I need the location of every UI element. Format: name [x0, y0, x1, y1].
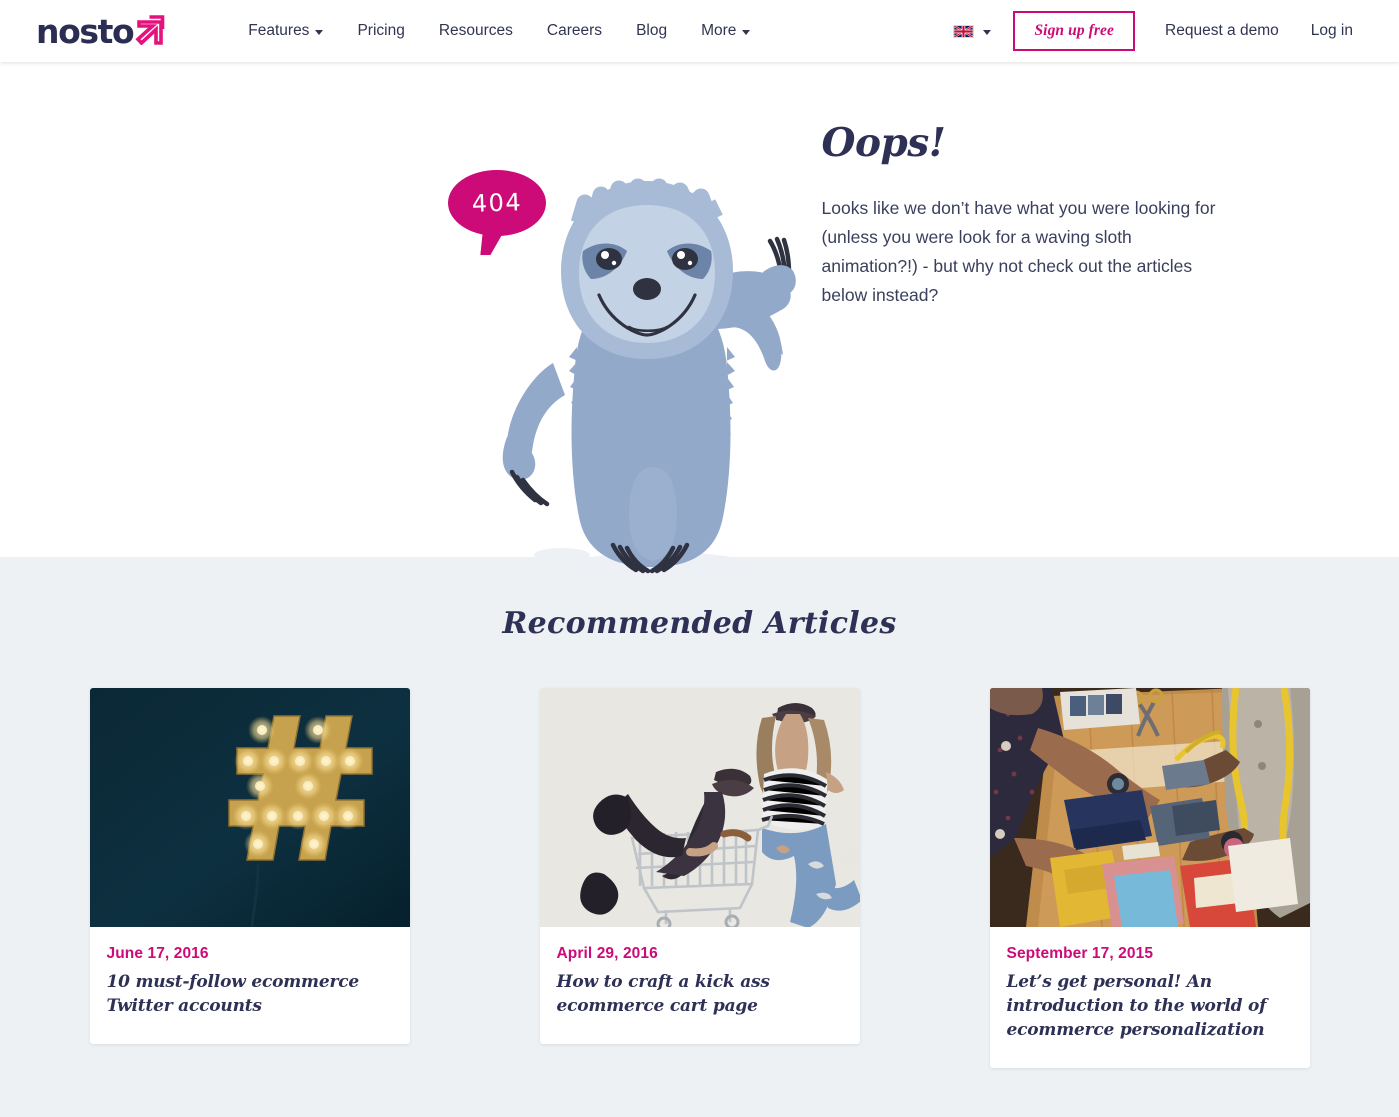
article-card[interactable]: September 17, 2015 Let’s get personal! A… — [989, 688, 1310, 1068]
nav-item-features: Features — [231, 14, 340, 48]
logo-wordmark: nosto — [36, 11, 135, 51]
article-date: June 17, 2016 — [106, 945, 209, 962]
nav-link-blog[interactable]: Blog — [619, 14, 684, 48]
nav-link-resources-label: Resources — [438, 22, 513, 39]
section-title: Recommended Articles — [502, 606, 897, 641]
error-code-text: 404 — [470, 188, 523, 218]
article-card-body: June 17, 2016 10 must-follow ecommerce T… — [90, 927, 410, 1044]
article-card-body: September 17, 2015 Let’s get personal! A… — [990, 927, 1310, 1068]
chevron-down-icon — [315, 29, 324, 35]
hero-copy: Oops! Looks like we don’t have what you … — [822, 62, 1222, 310]
nav-item-more: More — [684, 14, 767, 48]
nosto-arrow-logo-icon — [135, 13, 169, 50]
nosto-logo[interactable]: nosto — [36, 11, 169, 51]
nav-link-pricing[interactable]: Pricing — [340, 14, 421, 48]
nav-item-pricing: Pricing — [340, 14, 421, 48]
nav-link-blog-label: Blog — [636, 22, 668, 39]
chevron-down-icon — [983, 29, 992, 35]
article-date: April 29, 2016 — [556, 945, 658, 962]
nav-link-list: Features Pricing Resources Careers Blog … — [231, 14, 767, 48]
nav-link-careers-label: Careers — [546, 22, 603, 39]
nav-link-resources[interactable]: Resources — [422, 14, 530, 48]
log-in-link[interactable]: Log in — [1295, 14, 1369, 48]
primary-nav: Features Pricing Resources Careers Blog … — [231, 14, 767, 48]
article-title: 10 must-follow ecommerce Twitter account… — [106, 972, 360, 1016]
article-card-body: April 29, 2016 How to craft a kick ass e… — [540, 927, 860, 1044]
nav-link-careers[interactable]: Careers — [530, 14, 619, 48]
article-card-list: June 17, 2016 10 must-follow ecommerce T… — [0, 688, 1399, 1068]
request-demo-link[interactable]: Request a demo — [1149, 14, 1295, 48]
chevron-down-icon — [742, 29, 751, 35]
article-title: Let’s get personal! An introduction to t… — [1006, 972, 1267, 1040]
recommended-articles-section: Recommended Articles June 17, 2016 10 mu… — [0, 557, 1399, 1117]
hero-inner: 404 Oops! Looks like we don’t have what … — [80, 62, 1320, 578]
nav-right-group: Sign up free Request a demo Log in — [945, 11, 1369, 51]
article-thumbnail-hashtag — [89, 688, 410, 927]
article-title: How to craft a kick ass ecommerce cart p… — [556, 972, 770, 1016]
nav-link-more[interactable]: More — [684, 14, 767, 48]
main-navbar: nosto Features Pricing Resources Careers… — [0, 0, 1399, 62]
nav-link-features[interactable]: Features — [231, 14, 340, 48]
page-title: Oops! — [821, 120, 946, 166]
language-selector[interactable] — [945, 19, 999, 44]
article-date: September 17, 2015 — [1006, 945, 1154, 962]
nav-link-pricing-label: Pricing — [357, 22, 405, 39]
nav-item-resources: Resources — [422, 14, 530, 48]
uk-flag-icon — [953, 24, 975, 38]
hero-description: Looks like we don’t have what you were l… — [821, 198, 1216, 305]
article-thumbnail-tailors — [989, 688, 1310, 927]
article-card[interactable]: April 29, 2016 How to craft a kick ass e… — [539, 688, 860, 1044]
article-thumbnail-shopping-cart — [539, 688, 860, 927]
nav-item-careers: Careers — [530, 14, 619, 48]
nav-link-more-label: More — [701, 22, 737, 39]
nav-link-features-label: Features — [248, 22, 310, 39]
error-hero-section: 404 Oops! Looks like we don’t have what … — [0, 62, 1399, 578]
hero-illustration-area: 404 — [92, 62, 796, 578]
sign-up-free-button[interactable]: Sign up free — [1013, 11, 1136, 51]
nav-item-blog: Blog — [619, 14, 684, 48]
article-card[interactable]: June 17, 2016 10 must-follow ecommerce T… — [89, 688, 410, 1044]
